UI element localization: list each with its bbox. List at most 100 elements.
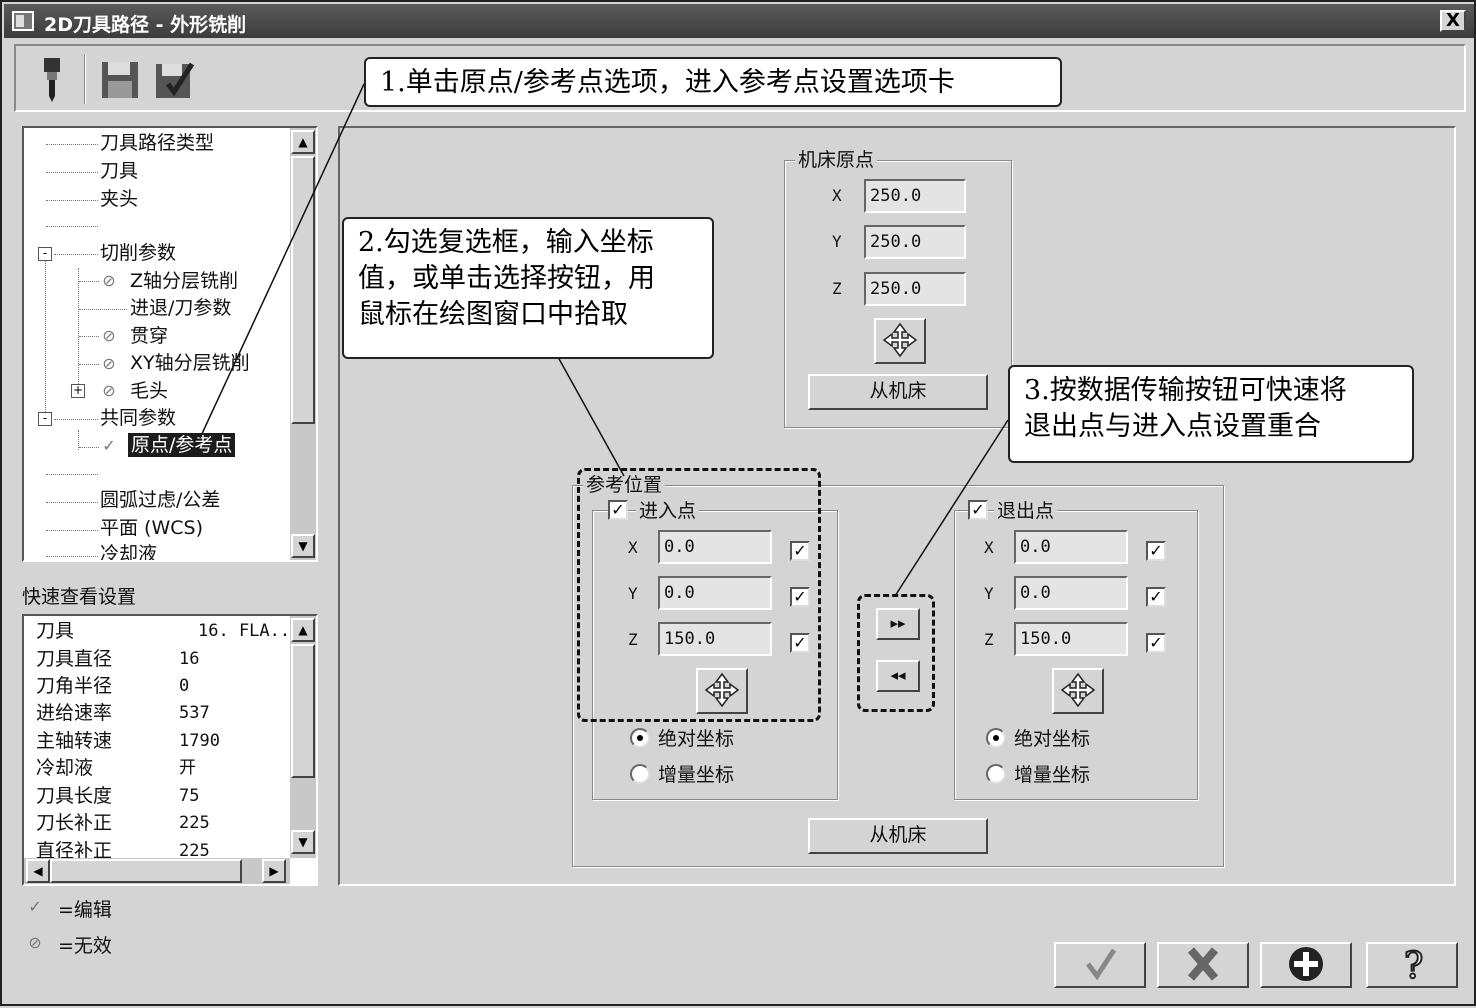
- machine-z-field[interactable]: 250.0: [864, 272, 966, 306]
- exit-pick-point-button[interactable]: [1052, 668, 1104, 714]
- help-button[interactable]: ?: [1366, 942, 1458, 988]
- ok-check-icon: [1086, 948, 1117, 981]
- tree-item-cut-params[interactable]: 切削参数: [100, 241, 176, 265]
- reference-from-machine-button[interactable]: 从机床: [808, 818, 988, 854]
- tree-connector: [46, 144, 98, 145]
- tree-connector: [45, 254, 46, 420]
- exit-point-checkbox[interactable]: ✓: [968, 500, 988, 520]
- exit-y-field[interactable]: 0.0: [1014, 576, 1128, 610]
- exit-z-checkbox[interactable]: ✓: [1146, 633, 1166, 653]
- tree-item-holder[interactable]: 夹头: [100, 187, 138, 211]
- exit-x-field[interactable]: 0.0: [1014, 530, 1128, 564]
- exit-y-checkbox[interactable]: ✓: [1146, 587, 1166, 607]
- tree-item-plane[interactable]: 平面 (WCS): [100, 516, 203, 540]
- quick-scrollbar[interactable]: ▲ ▼: [290, 616, 316, 858]
- tree-connector: [79, 281, 99, 282]
- tree-item-origin-ref[interactable]: 原点/参考点: [128, 433, 236, 457]
- tree-item-toolpath-type[interactable]: 刀具路径类型: [100, 131, 214, 155]
- quick-label: 刀角半径: [36, 675, 113, 697]
- callout-3-line-1: 3.按数据传输按钮可快速将: [1024, 375, 1347, 406]
- tree-item-break-through[interactable]: 贯穿: [130, 324, 168, 348]
- parameter-tree[interactable]: 刀具路径类型 刀具 夹头 - 切削参数 ⊘ Z轴分层铣削 进退/刀参数 ⊘ 贯穿…: [22, 126, 318, 562]
- tree-connector: [79, 309, 127, 310]
- collapse-toggle[interactable]: -: [38, 412, 52, 426]
- scroll-up-button[interactable]: ▲: [291, 130, 315, 154]
- tree-connector: [46, 172, 98, 173]
- exit-x-checkbox[interactable]: ✓: [1146, 541, 1166, 561]
- tree-connector: [46, 530, 98, 531]
- quick-value: 0: [179, 676, 190, 696]
- entry-incremental-label: 增量坐标: [658, 764, 735, 786]
- exit-absolute-radio[interactable]: [986, 728, 1006, 748]
- scroll-thumb[interactable]: [50, 859, 242, 883]
- scroll-up-button[interactable]: ▲: [291, 618, 315, 642]
- collapse-toggle[interactable]: -: [38, 247, 52, 261]
- quick-label: 进给速率: [36, 702, 113, 724]
- quick-value: 537: [179, 703, 210, 723]
- axis-label: X: [832, 186, 842, 205]
- exit-z-field[interactable]: 150.0: [1014, 622, 1128, 656]
- add-button[interactable]: [1260, 942, 1352, 988]
- pick-point-button[interactable]: [874, 318, 926, 364]
- quick-value: 16: [179, 649, 200, 669]
- tool-icon[interactable]: [30, 54, 74, 102]
- axis-label: Z: [832, 279, 842, 298]
- list-item: 刀长补正 225: [36, 810, 210, 837]
- callout-2-line-2: 值，或单击选择按钮，用: [358, 263, 655, 294]
- tree-item-coolant[interactable]: 冷却液: [100, 542, 157, 560]
- dialog-window: 2D刀具路径 - 外形铣削 X 刀具路径类型 刀具 夹头 - 切削参数 ⊘ Z轴…: [0, 0, 1476, 1006]
- tree-connector: [46, 474, 98, 475]
- scroll-down-button[interactable]: ▼: [291, 830, 315, 854]
- machine-x-field[interactable]: 250.0: [864, 179, 966, 213]
- scroll-down-button[interactable]: ▼: [291, 534, 315, 558]
- list-item: 主轴转速 1790: [36, 728, 220, 755]
- quick-view-list[interactable]: 刀具 16. FLA.. 刀具直径 16 刀角半径 0 进给速率 537 主轴转速 179…: [22, 614, 318, 886]
- tree-item-linking[interactable]: 共同参数: [100, 406, 176, 430]
- axis-label: Y: [984, 584, 994, 603]
- scroll-right-button[interactable]: ▶: [262, 859, 286, 883]
- tree-item-tabs[interactable]: 毛头: [130, 379, 168, 403]
- disabled-icon: ⊘: [102, 271, 116, 290]
- help-question-icon: ?: [1403, 945, 1424, 988]
- app-icon: [12, 11, 34, 31]
- callout-step-1: 1.单击原点/参考点选项，进入参考点设置选项卡: [364, 57, 1062, 107]
- axis-label: Z: [984, 630, 994, 649]
- disabled-icon: ⊘: [102, 381, 116, 400]
- axis-label: Y: [832, 232, 842, 251]
- quick-hscrollbar[interactable]: ◀ ▶: [24, 858, 290, 884]
- tree-item-lead-in-out[interactable]: 进退/刀参数: [130, 296, 231, 320]
- scroll-thumb[interactable]: [291, 644, 315, 778]
- tree-item-z-depth[interactable]: Z轴分层铣削: [130, 269, 238, 293]
- entry-absolute-label: 绝对坐标: [658, 728, 735, 750]
- highlight-entry-box: [577, 468, 821, 722]
- entry-incremental-radio[interactable]: [630, 764, 650, 784]
- tree-scrollbar[interactable]: ▲ ▼: [290, 128, 316, 560]
- from-machine-button[interactable]: 从机床: [808, 374, 988, 410]
- ok-button[interactable]: [1054, 942, 1146, 988]
- tree-connector: [46, 556, 98, 557]
- tree-connector: [54, 254, 98, 255]
- save-icon[interactable]: [98, 54, 142, 102]
- quick-label: 主轴转速: [36, 730, 113, 752]
- quick-value: 225: [179, 813, 210, 833]
- tree-connector: [46, 226, 98, 227]
- quick-label: 刀具: [36, 620, 75, 642]
- save-as-icon[interactable]: [152, 54, 196, 102]
- scroll-left-button[interactable]: ◀: [26, 859, 50, 883]
- highlight-transfer-box: [857, 594, 935, 712]
- quick-view-title: 快速查看设置: [22, 586, 137, 608]
- scroll-thumb[interactable]: [291, 156, 315, 424]
- exit-incremental-radio[interactable]: [986, 764, 1006, 784]
- cancel-button[interactable]: [1157, 942, 1249, 988]
- quick-value: 1790: [179, 731, 220, 751]
- tree-item-xy-stepover[interactable]: XY轴分层铣削: [130, 351, 250, 375]
- quick-value: 16. FLA..: [198, 621, 291, 641]
- close-button[interactable]: X: [1440, 10, 1466, 32]
- tree-connector: [54, 419, 98, 420]
- tree-item-arc-filter[interactable]: 圆弧过虑/公差: [100, 488, 220, 512]
- machine-y-field[interactable]: 250.0: [864, 225, 966, 259]
- quick-label: 刀具直径: [36, 648, 113, 670]
- expand-toggle[interactable]: +: [71, 384, 85, 398]
- tree-item-tool[interactable]: 刀具: [100, 159, 138, 183]
- entry-absolute-radio[interactable]: [630, 728, 650, 748]
